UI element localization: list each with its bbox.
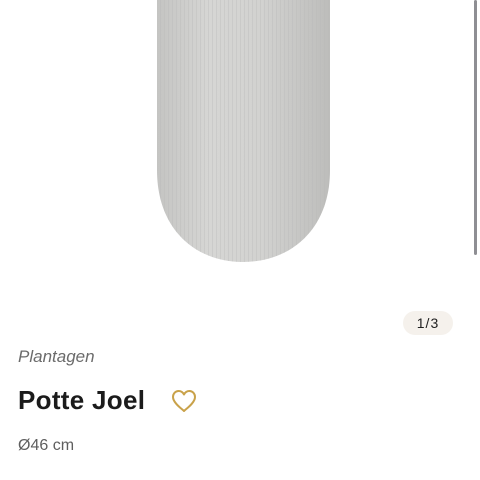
product-image-pot <box>157 0 330 262</box>
product-size: Ø46 cm <box>18 437 75 454</box>
image-gallery[interactable] <box>0 0 480 300</box>
image-page-indicator: 1/3 <box>403 311 453 335</box>
gallery-scrollbar[interactable] <box>474 0 477 255</box>
favorite-button[interactable] <box>169 386 199 416</box>
product-page: 1/3 Plantagen Potte Joel Ø46 cm <box>0 0 480 480</box>
product-title: Potte Joel <box>18 385 146 415</box>
heart-outline-icon <box>172 389 197 412</box>
product-brand[interactable]: Plantagen <box>18 347 95 367</box>
product-title-row: Potte Joel <box>18 385 199 416</box>
